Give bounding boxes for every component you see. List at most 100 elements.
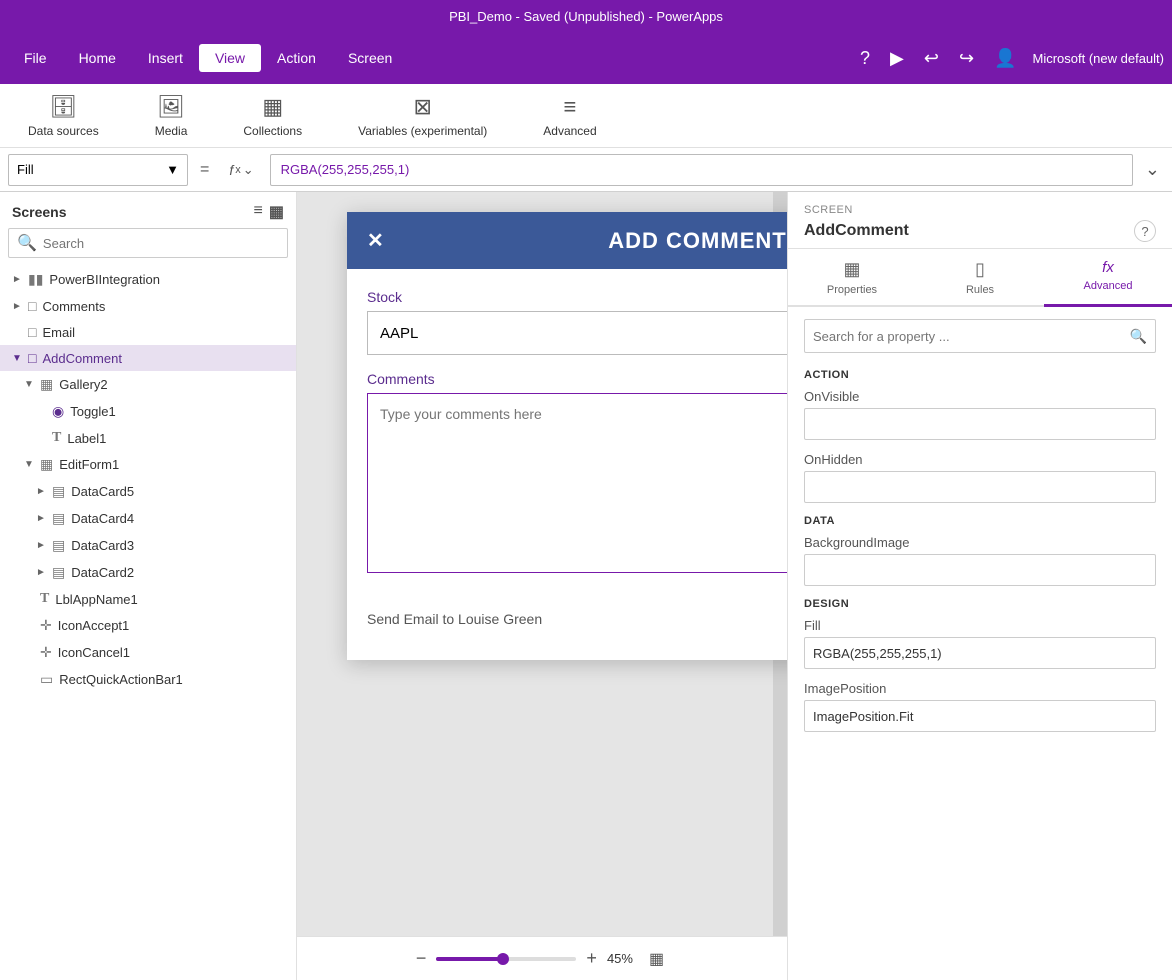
arrow-datacard4: ►: [36, 513, 48, 524]
canvas-area: ✕ ADD COMMENTS ✓ Stock AAPL ▼ Comments S…: [297, 192, 787, 980]
ribbon-data-sources[interactable]: 🗄 Data sources: [16, 90, 111, 142]
tree-item-datacard4[interactable]: ► ▤ DataCard4: [0, 505, 296, 532]
ribbon-media[interactable]: 🖼 Media: [143, 90, 200, 142]
tree-item-lblappname1[interactable]: ► T LblAppName1: [0, 586, 296, 612]
tab-rules[interactable]: ▯ Rules: [916, 249, 1044, 307]
stock-label: Stock: [367, 289, 787, 305]
menu-home[interactable]: Home: [63, 44, 132, 72]
icon-toggle1: ◉: [52, 403, 64, 420]
tree-item-datacard3[interactable]: ► ▤ DataCard3: [0, 532, 296, 559]
stock-select[interactable]: AAPL ▼: [367, 311, 787, 355]
icon-powerbi: ▮▮: [28, 271, 43, 288]
tree-item-email[interactable]: ► □ Email: [0, 319, 296, 345]
property-search-box: 🔍: [804, 319, 1156, 353]
label-comments: Comments: [42, 299, 105, 314]
tree-item-datacard2[interactable]: ► ▤ DataCard2: [0, 559, 296, 586]
grid-view-icon[interactable]: ▦: [269, 202, 284, 222]
help-button[interactable]: ?: [1134, 220, 1156, 242]
property-input-imageposition[interactable]: [804, 700, 1156, 732]
search-box: 🔍: [8, 228, 288, 258]
tree-item-datacard5[interactable]: ► ▤ DataCard5: [0, 478, 296, 505]
zoom-in-button[interactable]: +: [586, 948, 597, 969]
formula-input[interactable]: [270, 154, 1133, 186]
menu-screen[interactable]: Screen: [332, 44, 408, 72]
properties-tab-icon: ▦: [843, 259, 860, 280]
data-sources-icon: 🗄: [49, 94, 77, 120]
dialog-header: ✕ ADD COMMENTS ✓: [347, 212, 787, 269]
tree-item-iconcancel1[interactable]: ► ✛ IconCancel1: [0, 639, 296, 666]
tree-item-iconaccept1[interactable]: ► ✛ IconAccept1: [0, 612, 296, 639]
search-input[interactable]: [43, 236, 279, 251]
menu-action[interactable]: Action: [261, 44, 332, 72]
fx-x: x: [235, 164, 241, 176]
zoom-controls: − + 45%: [416, 948, 633, 969]
screen-title: AddComment: [804, 222, 909, 240]
tree-item-gallery2[interactable]: ▼ ▦ Gallery2: [0, 371, 296, 398]
ribbon-advanced[interactable]: ≡ Advanced: [531, 90, 608, 142]
icon-datacard3: ▤: [52, 537, 65, 554]
menu-view[interactable]: View: [199, 44, 261, 72]
tab-advanced[interactable]: fx Advanced: [1044, 249, 1172, 307]
play-icon[interactable]: ▶: [886, 44, 908, 73]
formula-bar: Fill ▼ = f x ⌄ ⌄: [0, 148, 1172, 192]
arrow-datacard2: ►: [36, 567, 48, 578]
right-panel: SCREEN AddComment ? ▦ Properties ▯ Rules…: [787, 192, 1172, 980]
ribbon-variables[interactable]: ⊠ Variables (experimental): [346, 90, 499, 142]
tree-item-addcomment[interactable]: ▼ □ AddComment: [0, 345, 296, 371]
section-action: ACTION: [804, 369, 1156, 381]
label-addcomment: AddComment: [42, 351, 121, 366]
tree-item-toggle1[interactable]: ► ◉ Toggle1: [0, 398, 296, 425]
icon-datacard2: ▤: [52, 564, 65, 581]
label-iconcancel1: IconCancel1: [58, 645, 130, 660]
undo-icon[interactable]: ↩: [920, 44, 943, 73]
zoom-slider[interactable]: [436, 957, 576, 961]
right-panel-body: 🔍 ACTION OnVisible OnHidden DATA Backgro…: [788, 307, 1172, 980]
property-label-onvisible: OnVisible: [804, 389, 1156, 404]
help-icon[interactable]: ?: [856, 44, 874, 73]
fx-label: f x ⌄: [221, 162, 261, 178]
ribbon-collections[interactable]: ▦ Collections: [231, 90, 314, 142]
menu-insert[interactable]: Insert: [132, 44, 199, 72]
icon-iconaccept1: ✛: [40, 617, 52, 634]
tab-properties[interactable]: ▦ Properties: [788, 249, 916, 307]
arrow-gallery2: ▼: [24, 379, 36, 390]
zoom-out-button[interactable]: −: [416, 948, 427, 969]
label-rectquickaction: RectQuickActionBar1: [59, 672, 183, 687]
redo-icon[interactable]: ↪: [955, 44, 978, 73]
icon-email: □: [28, 324, 36, 340]
icon-editform1: ▦: [40, 456, 53, 473]
arrow-datacard3: ►: [36, 540, 48, 551]
canvas-scroll: ✕ ADD COMMENTS ✓ Stock AAPL ▼ Comments S…: [297, 192, 787, 936]
tree-item-rectquickaction[interactable]: ► ▭ RectQuickActionBar1: [0, 666, 296, 693]
tree-item-comments[interactable]: ► □ Comments: [0, 293, 296, 319]
property-name: Fill: [17, 162, 34, 177]
menu-file[interactable]: File: [8, 44, 63, 72]
advanced-tab-label: Advanced: [1084, 280, 1133, 292]
dropdown-arrow: ▼: [166, 162, 179, 177]
comments-textarea[interactable]: [367, 393, 787, 573]
property-input-onhidden[interactable]: [804, 471, 1156, 503]
main-area: Screens ≡ ▦ 🔍 ► ▮▮ PowerBIIntegration ► …: [0, 192, 1172, 980]
tree-item-editform1[interactable]: ▼ ▦ EditForm1: [0, 451, 296, 478]
property-input-backgroundimage[interactable]: [804, 554, 1156, 586]
property-row-onhidden: OnHidden: [804, 452, 1156, 503]
list-view-icon[interactable]: ≡: [254, 202, 263, 222]
right-tabs: ▦ Properties ▯ Rules fx Advanced: [788, 249, 1172, 307]
property-search-input[interactable]: [813, 329, 1130, 344]
label-datacard3: DataCard3: [71, 538, 134, 553]
property-dropdown[interactable]: Fill ▼: [8, 154, 188, 186]
variables-icon: ⊠: [413, 94, 431, 120]
user-icon[interactable]: 👤: [990, 44, 1020, 73]
property-label-onhidden: OnHidden: [804, 452, 1156, 467]
property-input-onvisible[interactable]: [804, 408, 1156, 440]
formula-expand-icon[interactable]: ⌄: [1141, 155, 1164, 184]
property-row-fill: Fill: [804, 618, 1156, 669]
label-datacard5: DataCard5: [71, 484, 134, 499]
property-input-fill[interactable]: [804, 637, 1156, 669]
tree-item-label1[interactable]: ► T Label1: [0, 425, 296, 451]
tree-item-powerbi[interactable]: ► ▮▮ PowerBIIntegration: [0, 266, 296, 293]
label-powerbi: PowerBIIntegration: [49, 272, 160, 287]
fit-screen-button[interactable]: ▦: [645, 945, 668, 973]
label-label1: Label1: [67, 431, 106, 446]
dialog-close-button[interactable]: ✕: [367, 228, 385, 253]
